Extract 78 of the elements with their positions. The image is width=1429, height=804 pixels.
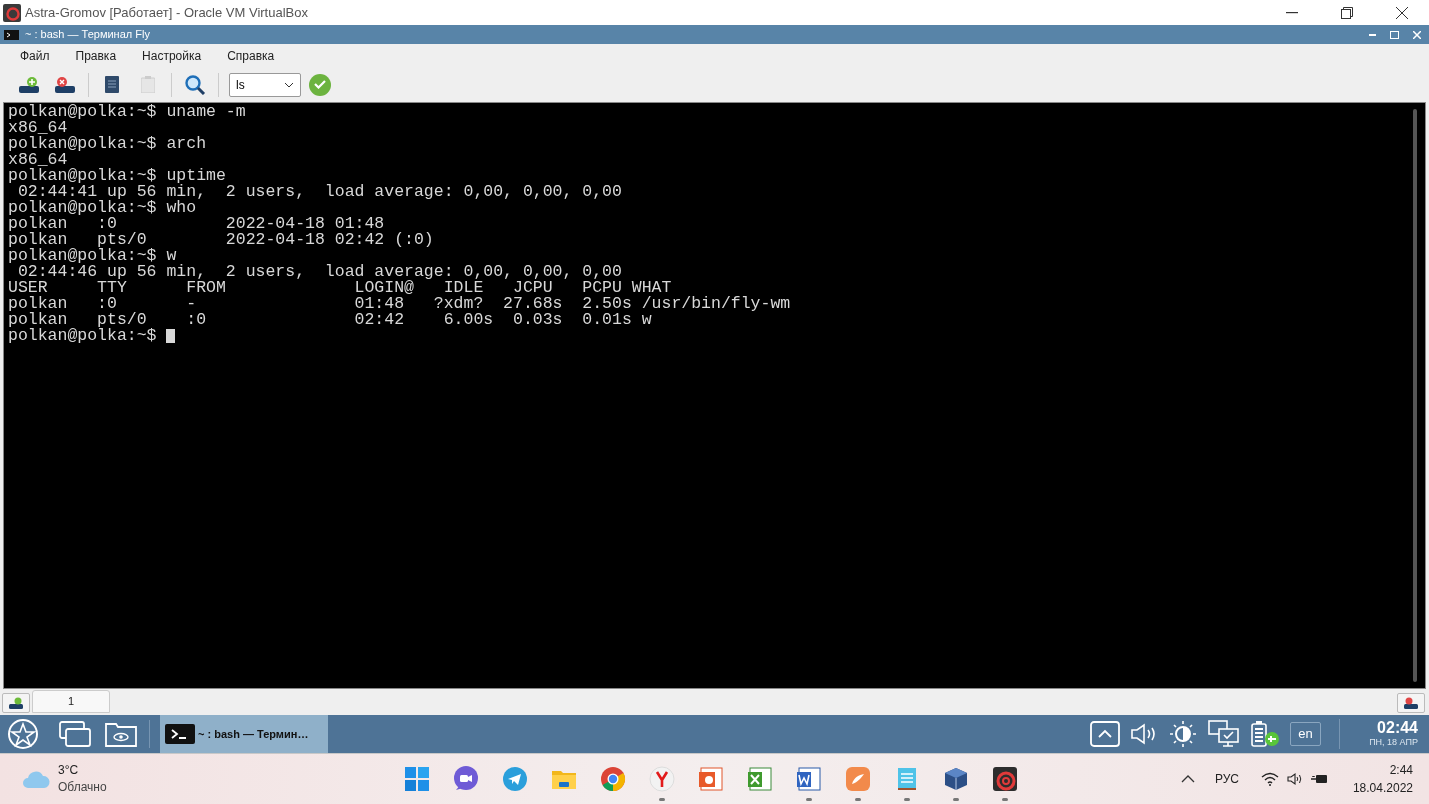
search-icon — [184, 74, 206, 95]
document-icon — [105, 76, 119, 93]
battery-charging-icon[interactable] — [1250, 720, 1280, 748]
terminal-area[interactable] — [3, 102, 1426, 689]
spiral-logo-icon[interactable] — [992, 766, 1018, 792]
checkmark-icon — [314, 80, 326, 89]
clock-time: 02:44 — [1377, 720, 1418, 736]
restore-icon — [1340, 6, 1353, 19]
terminal-line: polkan@polka:~$ uptime — [8, 168, 226, 184]
window-title: Astra-Gromov [Работает] - Oracle VM VirtualBox — [25, 3, 308, 22]
terminal-icon — [165, 724, 195, 744]
language-indicator[interactable]: en — [1290, 722, 1321, 746]
windows-icon[interactable] — [59, 721, 91, 747]
menu-item[interactable]: Настройка — [132, 47, 212, 65]
terminal-line: polkan :0 - 01:48 ?xdm? 27.68s 2.50s /usr/bin/fly-wm — [8, 296, 791, 312]
close-session-button[interactable] — [1397, 693, 1425, 713]
monitors-icon[interactable] — [1208, 720, 1240, 748]
close-icon — [1395, 6, 1408, 19]
search-button[interactable] — [182, 72, 208, 97]
presentation-icon[interactable] — [698, 766, 724, 792]
input-language[interactable]: РУС — [1214, 770, 1239, 788]
session-tab[interactable]: 1 — [32, 690, 110, 713]
y-logo-icon[interactable] — [649, 766, 675, 792]
chevron-down-icon — [284, 81, 294, 88]
weather-temperature: 3°C — [58, 762, 80, 779]
speaker-icon[interactable] — [1130, 723, 1158, 745]
new-session-button[interactable] — [2, 693, 30, 713]
text-cursor — [166, 329, 176, 343]
clipboard-icon — [141, 76, 155, 93]
menu-item[interactable]: Файл — [10, 47, 60, 65]
close-icon[interactable] — [1413, 30, 1421, 39]
terminal-line: x86_64 — [8, 152, 68, 168]
terminal-line: polkan@polka:~$ arch — [8, 136, 207, 152]
brightness-icon[interactable] — [1168, 719, 1198, 749]
minimize-icon — [1285, 11, 1298, 14]
user-add-icon — [18, 75, 40, 94]
maximize-icon[interactable] — [1390, 30, 1399, 39]
wifi-icon[interactable] — [1260, 772, 1279, 786]
star-menu-icon[interactable] — [7, 718, 39, 750]
terminal-icon — [4, 29, 19, 40]
run-button[interactable] — [309, 73, 331, 96]
terminal-line: 02:44:46 up 56 min, 2 users, load average: 0,00, 0,00, 0,00 — [17, 264, 622, 280]
speaker-icon[interactable] — [1286, 772, 1303, 786]
terminal-line: 02:44:41 up 56 min, 2 users, load average: 0,00, 0,00, 0,00 — [17, 184, 622, 200]
window-title: ~ : bash — Терминал Fly — [25, 27, 150, 43]
battery-plug-icon[interactable] — [1310, 772, 1329, 786]
terminal-line: x86_64 — [8, 120, 68, 136]
minimize-icon[interactable] — [1369, 33, 1376, 36]
user-add-icon — [8, 696, 24, 710]
scrollbar[interactable] — [1413, 109, 1417, 682]
taskbar-task[interactable]: ~ : bash — Термин… — [160, 715, 328, 753]
user-remove-icon — [54, 75, 76, 94]
cube-icon[interactable] — [943, 766, 969, 792]
chrome-icon[interactable] — [600, 766, 626, 792]
menu-item[interactable]: Справка — [217, 47, 285, 65]
terminal-line: USER TTY FROM LOGIN@ IDLE JCPU PCPU WHAT — [8, 280, 672, 296]
terminal-line: polkan :0 2022-04-18 01:48 — [8, 216, 385, 232]
terminal-line: polkan@polka:~$ w — [8, 248, 177, 264]
document-icon[interactable] — [796, 766, 822, 792]
spreadsheet-icon[interactable] — [747, 766, 773, 792]
paper-plane-icon[interactable] — [502, 766, 528, 792]
chevron-up-icon[interactable] — [1180, 775, 1195, 783]
windows-logo-icon[interactable] — [404, 766, 430, 792]
terminal-line: polkan@polka:~$ — [8, 328, 158, 344]
spiral-logo-icon — [3, 3, 21, 22]
weather-condition: Облачно — [58, 779, 107, 796]
terminal-line: polkan pts/0 2022-04-18 02:42 (:0) — [8, 232, 434, 248]
command-select[interactable]: ls — [229, 72, 301, 97]
user-remove-icon — [1403, 696, 1419, 710]
clock-date: ПН, 18 АПР — [1369, 736, 1418, 748]
terminal-line: polkan@polka:~$ uname -m — [8, 104, 246, 120]
folder-eye-icon[interactable] — [105, 721, 137, 747]
menu-item[interactable]: Правка — [65, 47, 127, 65]
video-chat-icon[interactable] — [453, 766, 479, 792]
terminal-line: polkan pts/0 :0 02:42 6.00s 0.03s 0.01s w — [8, 312, 652, 328]
clock-date: 18.04.2022 — [1352, 780, 1413, 797]
clock-time: 2:44 — [1389, 762, 1413, 779]
terminal-line: polkan@polka:~$ who — [8, 200, 197, 216]
